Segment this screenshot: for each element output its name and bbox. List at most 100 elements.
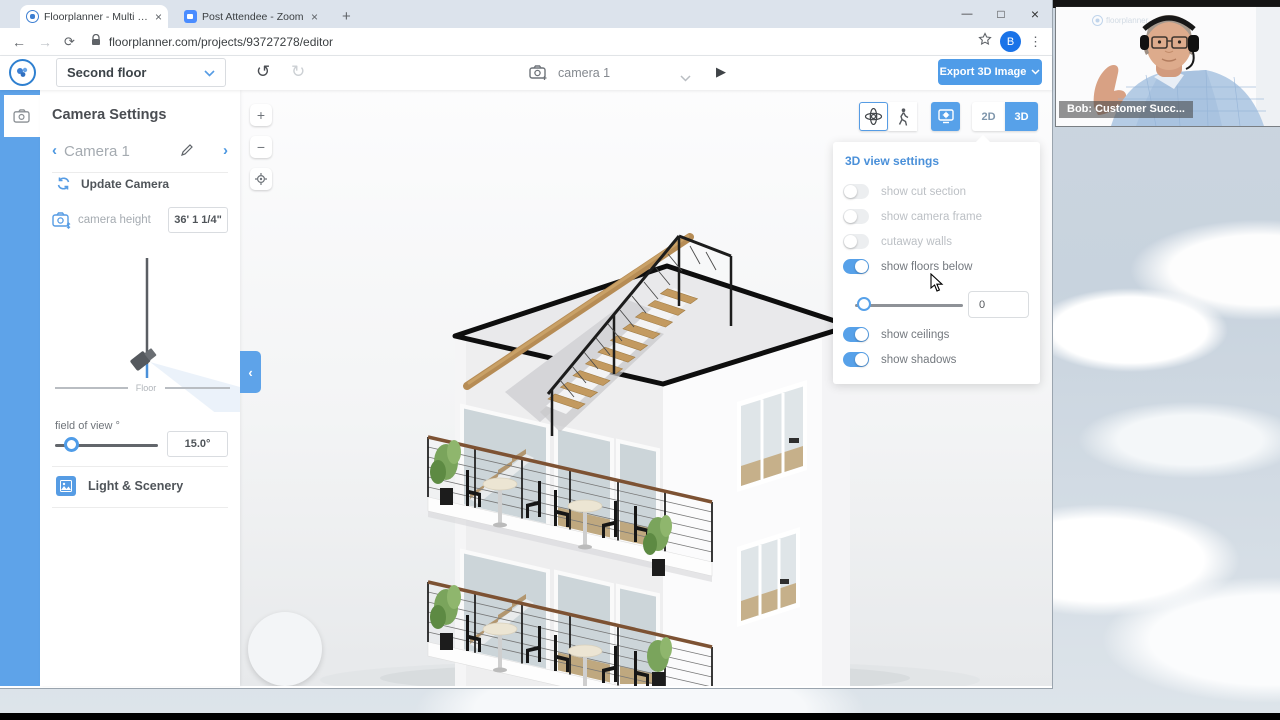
chevron-down-icon <box>204 65 215 80</box>
camera-dropdown-value[interactable]: camera 1 <box>558 66 610 80</box>
fov-input[interactable]: 15.0° <box>167 431 228 457</box>
play-camera-icon[interactable]: ▶ <box>716 64 726 80</box>
zoom-favicon <box>184 10 197 23</box>
maximize-button[interactable]: □ <box>984 0 1018 28</box>
walk-person-icon <box>898 107 908 126</box>
tab-title: Post Attendee - Zoom <box>202 10 304 23</box>
camera-height-input[interactable]: 36' 1 1/4" <box>168 207 228 233</box>
minimize-button[interactable]: — <box>950 0 984 28</box>
camera-3d-icon[interactable] <box>130 346 158 372</box>
floorplanner-favicon <box>26 10 39 23</box>
undo-icon[interactable]: ↺ <box>256 62 270 82</box>
chevron-down-icon <box>1031 69 1040 75</box>
close-tab-icon[interactable]: × <box>311 11 318 23</box>
forward-icon: → <box>38 33 52 50</box>
zoom-video-overlay[interactable]: floorplanner Bob: Customer Succ... <box>1056 7 1280 126</box>
fov-slider-thumb[interactable] <box>64 437 79 452</box>
profile-avatar[interactable]: B <box>1000 31 1021 52</box>
mode-3d-button[interactable]: 3D <box>1005 102 1038 131</box>
walk-mode-button[interactable] <box>888 102 917 131</box>
url-text[interactable]: floorplanner.com/projects/93727278/edito… <box>109 35 978 49</box>
floor-label: Floor <box>136 383 157 393</box>
mode-2d-button[interactable]: 2D <box>972 102 1005 131</box>
view-settings-button[interactable] <box>931 102 960 131</box>
next-camera-icon[interactable]: › <box>223 142 228 159</box>
toggle-show-floors-below[interactable] <box>843 259 869 274</box>
camera-height-visualization[interactable]: Floor <box>40 242 240 412</box>
camera-height-icon <box>52 211 71 229</box>
display-settings-icon <box>937 109 954 124</box>
editor-toolbar: Second floor ↺ ↻ camera 1 ▶ Export 3D Im… <box>0 56 1052 90</box>
camera-height-row: camera height 36' 1 1/4" <box>52 207 228 233</box>
export-3d-image-button[interactable]: Export 3D Image <box>938 59 1042 85</box>
divider <box>52 507 228 508</box>
bottom-letterbox <box>0 713 1280 720</box>
toggle-show-ceilings[interactable] <box>843 327 869 342</box>
light-scenery-button[interactable]: Light & Scenery <box>56 476 183 496</box>
address-bar: ← → ⟳ floorplanner.com/projects/93727278… <box>0 28 1052 56</box>
close-tab-icon[interactable]: × <box>155 11 162 23</box>
panel-title: Camera Settings <box>52 107 167 123</box>
reload-icon[interactable]: ⟳ <box>64 34 75 50</box>
watermark-text: floorplanner <box>1106 16 1149 25</box>
toggle-row-floors-below: show floors below <box>843 259 972 274</box>
floor-selector-dropdown[interactable]: Second floor <box>56 58 226 87</box>
divider <box>52 172 228 173</box>
camera-switcher: ‹ Camera 1 › <box>52 142 228 164</box>
camera-panel-tab[interactable] <box>4 95 40 137</box>
add-camera-icon[interactable] <box>529 64 548 86</box>
tab-floorplanner[interactable]: Floorplanner - Multi Floor & Mu × <box>20 5 168 28</box>
bookmark-star-icon[interactable] <box>978 32 992 51</box>
fov-label: field of view ° <box>55 420 120 432</box>
screen: Floorplanner - Multi Floor & Mu × Post A… <box>0 0 1280 720</box>
orbit-mode-button[interactable] <box>859 102 888 131</box>
watermark-logo-icon <box>1092 15 1103 26</box>
browser-menu-icon[interactable]: ⋮ <box>1029 34 1042 50</box>
camera-settings-panel: Camera Settings ‹ Camera 1 › Update Came… <box>40 90 240 686</box>
chevron-down-icon[interactable] <box>680 69 691 87</box>
toggle-label: show shadows <box>881 353 957 366</box>
toggle-show-camera-frame[interactable] <box>843 209 869 224</box>
new-tab-button[interactable]: + <box>342 8 351 25</box>
toggle-row-camera-frame: show camera frame <box>843 209 982 224</box>
back-icon[interactable]: ← <box>12 34 26 50</box>
floorplanner-logo[interactable] <box>9 59 36 86</box>
toggle-row-shadows: show shadows <box>843 352 956 367</box>
toggle-cutaway-walls[interactable] <box>843 234 869 249</box>
prev-camera-icon[interactable]: ‹ <box>52 142 57 159</box>
toggle-row-ceilings: show ceilings <box>843 327 949 342</box>
3d-viewport[interactable]: + − 2D 3D 3D view settings show cut sect… <box>240 90 1052 686</box>
floor-selector-value: Second floor <box>67 65 147 80</box>
editor-content: Camera Settings ‹ Camera 1 › Update Came… <box>0 90 1052 686</box>
floors-below-slider-thumb[interactable] <box>857 297 871 311</box>
camera-icon <box>13 109 30 123</box>
orbit-joystick[interactable] <box>248 612 322 686</box>
toggle-show-shadows[interactable] <box>843 352 869 367</box>
zoom-in-button[interactable]: + <box>250 104 272 126</box>
refresh-icon <box>57 177 70 190</box>
tab-zoom[interactable]: Post Attendee - Zoom × <box>178 5 324 28</box>
https-lock-icon <box>91 33 101 51</box>
view-mode-toolbar: 2D 3D <box>859 102 1038 131</box>
collapse-sidebar-button[interactable]: ‹ <box>240 351 261 393</box>
3d-view-settings-panel: 3D view settings show cut section show c… <box>833 142 1040 384</box>
toggle-label: cutaway walls <box>881 235 952 248</box>
toggle-show-cut-section[interactable] <box>843 184 869 199</box>
zoom-out-button[interactable]: − <box>250 136 272 158</box>
toggle-label: show cut section <box>881 185 967 198</box>
participant-name-tag: Bob: Customer Succ... <box>1059 101 1193 118</box>
tab-title: Floorplanner - Multi Floor & Mu <box>44 10 150 23</box>
divider <box>52 466 228 467</box>
close-window-button[interactable]: × <box>1018 0 1052 28</box>
mouse-cursor <box>930 272 944 298</box>
toggle-row-cutaway-walls: cutaway walls <box>843 234 952 249</box>
update-camera-button[interactable]: Update Camera <box>56 176 169 191</box>
floors-below-slider-track[interactable] <box>855 304 963 307</box>
toggle-label: show camera frame <box>881 210 982 223</box>
toggle-label: show floors below <box>881 260 973 273</box>
scenery-image-icon <box>56 476 76 496</box>
floors-below-input[interactable]: 0 <box>968 291 1029 318</box>
recenter-target-button[interactable] <box>250 168 272 190</box>
edit-pencil-icon[interactable] <box>180 144 193 162</box>
camera-name: Camera 1 <box>64 143 130 160</box>
